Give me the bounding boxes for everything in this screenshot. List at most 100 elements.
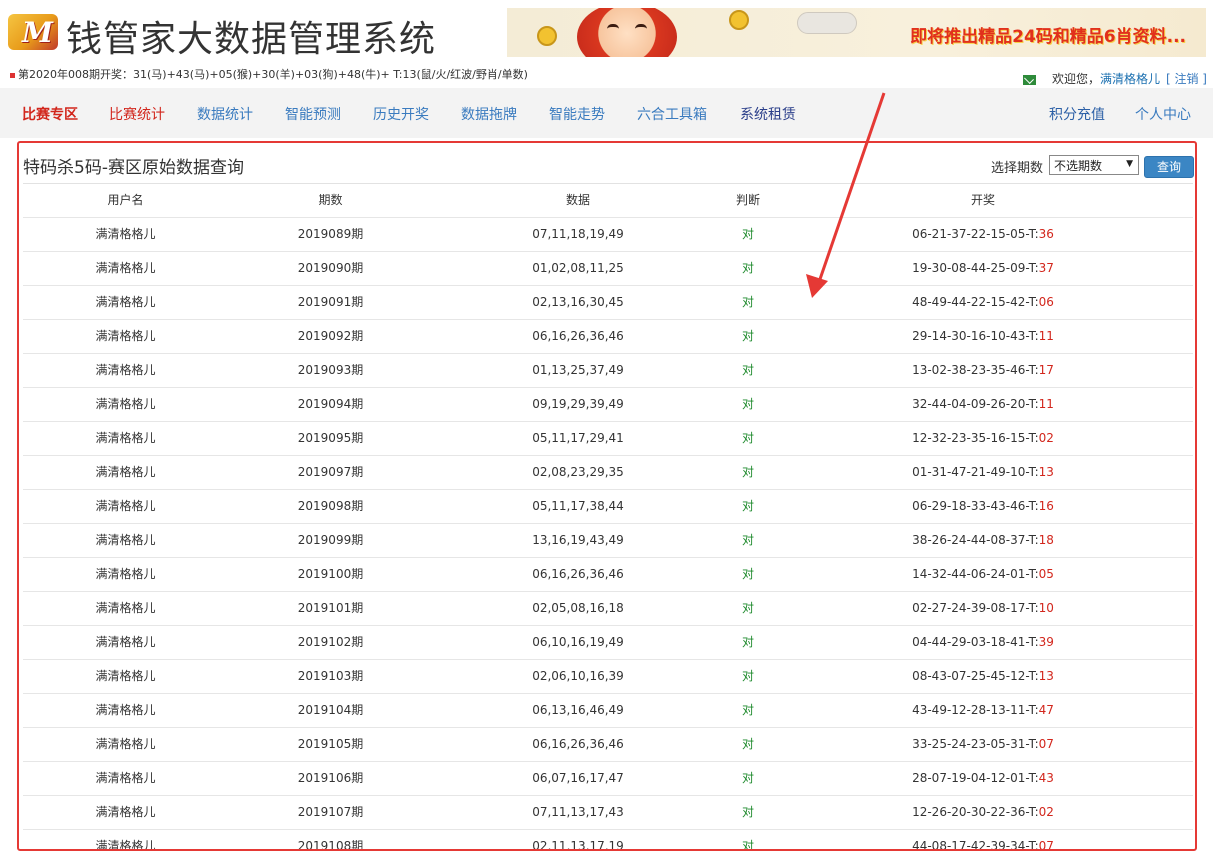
nav-data-drag[interactable]: 数据拖牌 — [461, 104, 517, 124]
cell-data: 05,11,17,29,41 — [532, 431, 624, 445]
cell-draw: 19-30-08-44-25-09-T:37 — [773, 252, 1193, 286]
table-row: 满清格格儿 2019101期 02,05,08,16,18 对 02-27-24-39-… — [23, 591, 1193, 625]
cell-username: 满清格格儿 — [95, 397, 156, 411]
cell-judge: 对 — [741, 737, 754, 751]
main-nav: 比赛专区 比赛统计 数据统计 智能预测 历史开奖 数据拖牌 智能走势 六合工具箱… — [0, 88, 1213, 138]
cell-period: 2019093期 — [297, 363, 364, 377]
period-select-value: 不选期数 — [1054, 159, 1103, 173]
special-number: 13 — [1038, 669, 1054, 683]
cell-data: 02,13,16,30,45 — [532, 295, 624, 309]
cell-period: 2019101期 — [297, 601, 364, 615]
cell-period: 2019094期 — [297, 397, 364, 411]
cell-username: 满清格格儿 — [95, 703, 156, 717]
cell-username: 满清格格儿 — [95, 839, 156, 851]
cell-data: 06,07,16,17,47 — [532, 771, 624, 785]
nav-competition-stats[interactable]: 比赛统计 — [109, 104, 165, 124]
banner-text: 即将推出精品24码和精品6肖资料... — [910, 27, 1186, 47]
query-button[interactable]: 查询 — [1144, 156, 1194, 178]
draw-numbers: 04-44-29-03-18-41-T: — [912, 635, 1039, 649]
draw-numbers: 33-25-24-23-05-31-T: — [912, 737, 1039, 751]
nav-personal-center[interactable]: 个人中心 — [1135, 104, 1191, 124]
table-row: 满清格格儿 2019091期 02,13,16,30,45 对 48-49-44-22-… — [23, 285, 1193, 319]
cell-judge: 对 — [741, 431, 754, 445]
table-body: 满清格格儿 2019089期 07,11,18,19,49 对 06-21-37-22-… — [23, 217, 1193, 851]
cell-period: 2019104期 — [297, 703, 364, 717]
cell-draw: 01-31-47-21-49-10-T:13 — [773, 456, 1193, 490]
nav-competition-zone[interactable]: 比赛专区 — [22, 104, 78, 124]
special-number: 37 — [1038, 261, 1054, 275]
draw-numbers: 13-02-38-23-35-46-T: — [912, 363, 1039, 377]
cell-data: 02,11,13,17,19 — [532, 839, 624, 851]
cell-period: 2019098期 — [297, 499, 364, 513]
draw-numbers: 14-32-44-06-24-01-T: — [912, 567, 1039, 581]
special-number: 43 — [1038, 771, 1054, 785]
cell-draw: 38-26-24-44-08-37-T:18 — [773, 524, 1193, 558]
table-row: 满清格格儿 2019089期 07,11,18,19,49 对 06-21-37-22-… — [23, 217, 1193, 251]
cell-data: 02,08,23,29,35 — [532, 465, 624, 479]
cell-data: 06,10,16,19,49 — [532, 635, 624, 649]
cell-judge: 对 — [741, 465, 754, 479]
cell-draw: 48-49-44-22-15-42-T:06 — [773, 286, 1193, 320]
cell-draw: 08-43-07-25-45-12-T:13 — [773, 660, 1193, 694]
cell-judge: 对 — [741, 771, 754, 785]
cell-data: 07,11,18,19,49 — [532, 227, 624, 241]
draw-numbers: 28-07-19-04-12-01-T: — [912, 771, 1039, 785]
cell-username: 满清格格儿 — [95, 601, 156, 615]
cell-judge: 对 — [741, 295, 754, 309]
table-header: 用户名 期数 数据 判断 开奖 — [23, 183, 1193, 217]
header-draw: 开奖 — [970, 193, 995, 207]
cell-data: 13,16,19,43,49 — [532, 533, 624, 547]
cell-period: 2019107期 — [297, 805, 364, 819]
cell-draw: 32-44-04-09-26-20-T:11 — [773, 388, 1193, 422]
draw-numbers: 01-31-47-21-49-10-T: — [912, 465, 1039, 479]
cell-judge: 对 — [741, 805, 754, 819]
cell-draw: 43-49-12-28-13-11-T:47 — [773, 694, 1193, 728]
cell-username: 满清格格儿 — [95, 805, 156, 819]
logout-link[interactable]: [ 注销 ] — [1166, 72, 1207, 86]
cell-period: 2019102期 — [297, 635, 364, 649]
table-row: 满清格格儿 2019093期 01,13,25,37,49 对 13-02-38-23-… — [23, 353, 1193, 387]
nav-data-stats[interactable]: 数据统计 — [197, 104, 253, 124]
table-row: 满清格格儿 2019106期 06,07,16,17,47 对 28-07-19-04-… — [23, 761, 1193, 795]
header-data: 数据 — [565, 193, 590, 207]
cell-username: 满清格格儿 — [95, 363, 156, 377]
nav-history-draws[interactable]: 历史开奖 — [373, 104, 429, 124]
nav-system-rental[interactable]: 系统租赁 — [740, 104, 796, 124]
cell-username: 满清格格儿 — [95, 669, 156, 683]
special-number: 02 — [1038, 805, 1054, 819]
period-select[interactable]: 不选期数 ▼ — [1049, 155, 1139, 175]
site-logo[interactable]: M — [8, 14, 58, 50]
draw-numbers: 32-44-04-09-26-20-T: — [912, 397, 1039, 411]
cell-period: 2019097期 — [297, 465, 364, 479]
cell-draw: 04-44-29-03-18-41-T:39 — [773, 626, 1193, 660]
cell-draw: 12-32-23-35-16-15-T:02 — [773, 422, 1193, 456]
cell-draw: 06-21-37-22-15-05-T:36 — [773, 218, 1193, 252]
draw-numbers: 43-49-12-28-13-11-T: — [912, 703, 1039, 717]
special-number: 17 — [1038, 363, 1054, 377]
cell-draw: 33-25-24-23-05-31-T:07 — [773, 728, 1193, 762]
period-label: 选择期数 — [991, 161, 1044, 176]
mail-icon[interactable] — [1022, 74, 1036, 85]
username-link[interactable]: 满清格格儿 — [1100, 72, 1160, 86]
promo-banner[interactable]: 即将推出精品24码和精品6肖资料... — [507, 8, 1206, 57]
cell-data: 09,19,29,39,49 — [532, 397, 624, 411]
cell-username: 满清格格儿 — [95, 431, 156, 445]
cell-username: 满清格格儿 — [95, 533, 156, 547]
nav-points-recharge[interactable]: 积分充值 — [1049, 104, 1105, 124]
nav-smart-trend[interactable]: 智能走势 — [549, 104, 605, 124]
special-number: 10 — [1038, 601, 1054, 615]
special-number: 02 — [1038, 431, 1054, 445]
draw-numbers: 06-21-37-22-15-05-T: — [912, 227, 1039, 241]
cell-username: 满清格格儿 — [95, 635, 156, 649]
cell-judge: 对 — [741, 329, 754, 343]
nav-toolbox[interactable]: 六合工具箱 — [637, 104, 707, 124]
cell-period: 2019106期 — [297, 771, 364, 785]
cell-period: 2019108期 — [297, 839, 364, 851]
site-title: 钱管家大数据管理系统 — [66, 19, 437, 60]
cell-username: 满清格格儿 — [95, 499, 156, 513]
special-number: 07 — [1038, 737, 1054, 751]
cell-period: 2019089期 — [297, 227, 364, 241]
chevron-down-icon: ▼ — [1126, 159, 1133, 169]
fortune-god-image — [577, 8, 677, 57]
nav-smart-prediction[interactable]: 智能预测 — [285, 104, 341, 124]
